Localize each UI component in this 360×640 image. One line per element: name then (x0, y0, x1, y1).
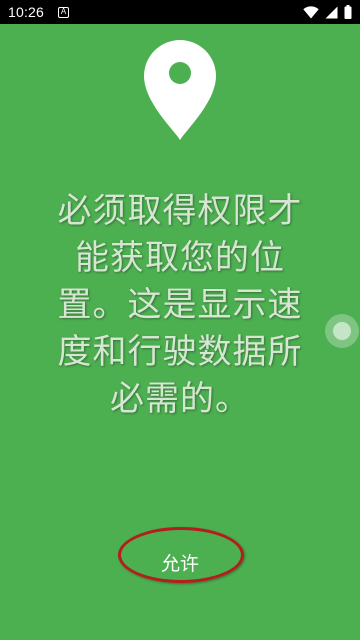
message-line: 必须取得权限才 (57, 191, 303, 231)
permission-message: 必须取得权限才 能获取您的位 置。这是显示速 度和行驶数据所 必需的。 (46, 188, 314, 423)
permission-screen: 必须取得权限才 能获取您的位 置。这是显示速 度和行驶数据所 必需的。 允许 (0, 24, 360, 640)
message-line: 能获取您的位 (75, 238, 285, 278)
allow-button[interactable]: 允许 (140, 544, 220, 580)
floating-assistive-button[interactable] (325, 314, 359, 348)
battery-icon (344, 5, 352, 19)
a-notification-icon: A (58, 6, 70, 18)
message-line: 度和行驶数据所 (57, 332, 303, 372)
wifi-icon (303, 5, 319, 18)
status-bar: 10:26 A (0, 0, 360, 24)
floating-button-dot (333, 322, 351, 340)
message-line: 置。这是显示速 (57, 285, 303, 325)
message-line: 必需的。 (110, 379, 250, 419)
status-time: 10:26 (8, 4, 45, 20)
location-pin-icon (144, 40, 216, 140)
status-icons (303, 5, 352, 19)
cellular-signal-icon (325, 6, 338, 18)
